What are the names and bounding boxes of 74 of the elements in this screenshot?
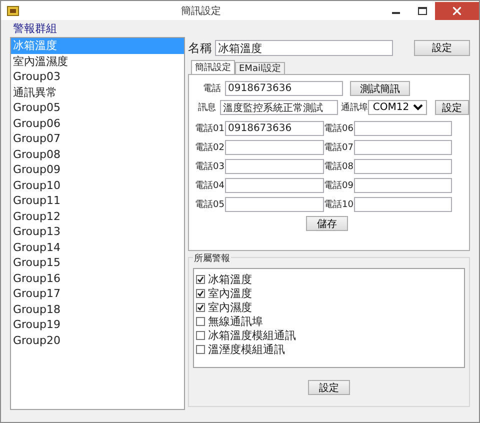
alarm-label: 室內溫度	[208, 286, 252, 300]
set-button[interactable]: 設定	[414, 40, 470, 56]
alarm-label: 溫溼度模組通訊	[208, 342, 285, 356]
port-set-button[interactable]: 設定	[434, 100, 469, 115]
phone-field[interactable]	[225, 140, 324, 155]
group-item[interactable]: Group12	[11, 208, 184, 224]
group-item[interactable]: Group14	[11, 240, 184, 255]
group-item[interactable]: Group16	[11, 270, 184, 286]
close-icon	[453, 6, 461, 14]
group-item[interactable]: Group07	[11, 131, 184, 146]
tab[interactable]: 簡訊設定	[191, 60, 235, 75]
maximize-icon	[418, 6, 426, 14]
group-item[interactable]: Group11	[11, 193, 184, 208]
message-field[interactable]: 溫度監控系統正常測試	[220, 100, 338, 115]
group-item[interactable]: 通訊異常	[11, 84, 184, 100]
group-item[interactable]: Group18	[11, 302, 184, 317]
group-item[interactable]: Group08	[11, 146, 184, 162]
minimize-icon	[392, 12, 400, 14]
group-item[interactable]: Group19	[11, 317, 184, 332]
phone-label: 電話10	[324, 198, 354, 211]
checkbox[interactable]	[196, 274, 205, 284]
group-item[interactable]: Group20	[11, 332, 184, 348]
phone-field[interactable]	[225, 159, 324, 174]
checkbox[interactable]	[196, 344, 205, 354]
phone-field[interactable]	[225, 197, 324, 212]
phone-field[interactable]: 0918673636	[225, 121, 324, 136]
alarm-label: 室內濕度	[208, 300, 252, 314]
alarm-label: 無線通訊埠	[208, 314, 263, 328]
checkbox[interactable]	[196, 288, 205, 298]
phone-field[interactable]	[354, 140, 452, 155]
close-button[interactable]	[435, 2, 479, 20]
phone-label: 電話07	[324, 142, 354, 154]
name-label: 名稱	[188, 40, 212, 56]
phone-label: 電話06	[324, 122, 354, 135]
phone-label: 電話04	[195, 180, 225, 192]
phone-label: 電話05	[195, 198, 225, 211]
phone-label: 電話08	[324, 160, 354, 173]
phone-field[interactable]	[354, 121, 452, 136]
group-item[interactable]: Group09	[11, 162, 184, 178]
phone-label: 電話01	[195, 122, 225, 135]
test-sms-button[interactable]: 測試簡訊	[350, 81, 410, 96]
phone-field[interactable]	[354, 159, 452, 174]
phone-label: 電話03	[195, 160, 225, 173]
message-label: 訊息	[196, 102, 217, 114]
alarm-label: 冰箱溫度模組通訊	[208, 328, 296, 342]
phone-field[interactable]	[225, 178, 324, 193]
phone-label: 電話	[202, 82, 222, 95]
group-item[interactable]: 室內溫濕度	[11, 54, 184, 69]
phone-field[interactable]	[354, 197, 452, 212]
checkbox[interactable]	[196, 302, 205, 312]
group-item[interactable]: Group13	[11, 224, 184, 240]
group-item[interactable]: Group15	[11, 255, 184, 270]
group-item[interactable]: Group10	[11, 178, 184, 193]
name-field[interactable]: 冰箱溫度	[215, 40, 393, 56]
group-item[interactable]: Group03	[11, 69, 184, 84]
save-button[interactable]: 儲存	[306, 216, 348, 231]
phone-field[interactable]: 0918673636	[225, 81, 343, 96]
phone-label: 電話09	[324, 180, 354, 192]
phone-label: 電話02	[195, 142, 225, 154]
alarm-set-button[interactable]: 設定	[308, 380, 350, 395]
alarm-group-label: 所屬警報	[193, 252, 231, 265]
group-item[interactable]: Group05	[11, 100, 184, 116]
group-item[interactable]: Group06	[11, 116, 184, 131]
checkbox[interactable]	[196, 316, 205, 326]
alarm-label: 冰箱溫度	[208, 272, 252, 286]
tab[interactable]: EMail設定	[235, 62, 285, 75]
app-icon	[7, 4, 19, 16]
port-dropdown[interactable]: COM12	[368, 100, 427, 115]
port-label: 通訊埠	[340, 102, 368, 114]
phone-field[interactable]	[354, 178, 452, 193]
group-item[interactable]: Group17	[11, 286, 184, 302]
group-label: 警報群組	[13, 21, 57, 37]
checkbox[interactable]	[196, 330, 205, 340]
window-title: 簡訊設定	[180, 4, 222, 18]
